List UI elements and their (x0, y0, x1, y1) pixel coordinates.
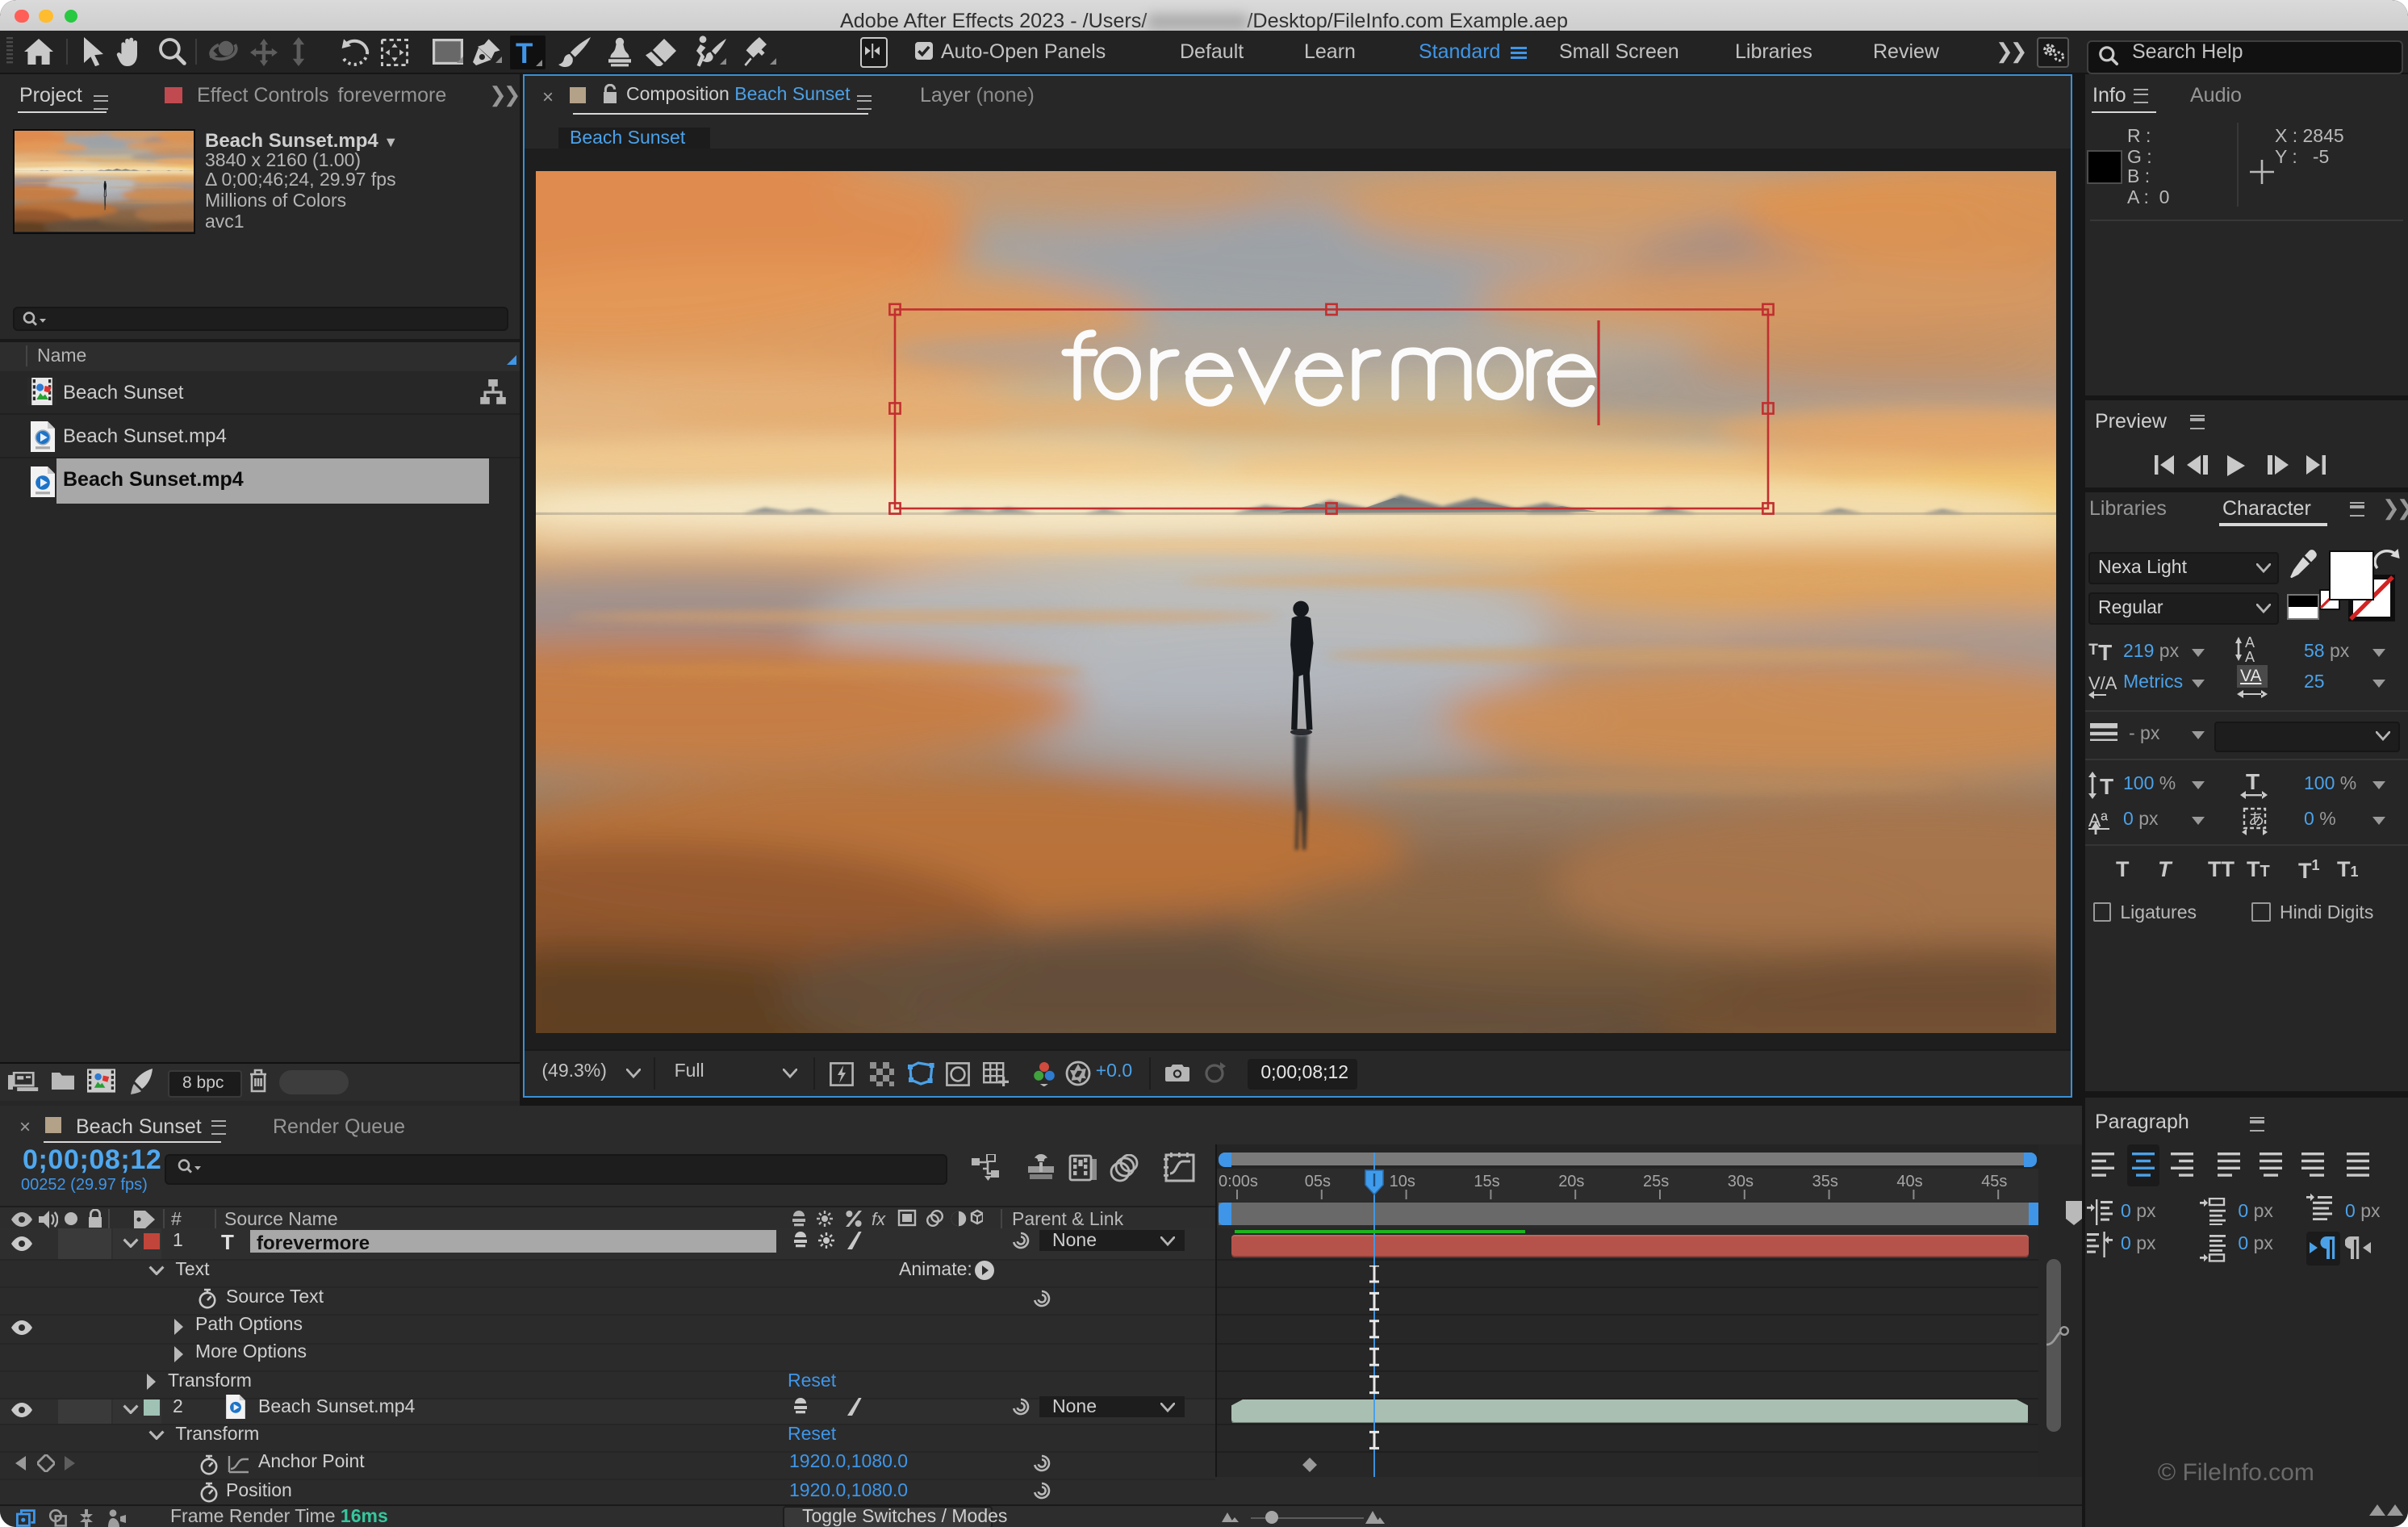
svg-text:V/A: V/A (2088, 673, 2117, 693)
svg-text:fx: fx (872, 1209, 886, 1228)
svg-text:T: T (2100, 774, 2113, 799)
svg-text:A: A (2245, 649, 2255, 665)
svg-text:A: A (2245, 634, 2255, 651)
svg-text:あ: あ (2248, 811, 2264, 829)
svg-text:T: T (2246, 772, 2260, 794)
